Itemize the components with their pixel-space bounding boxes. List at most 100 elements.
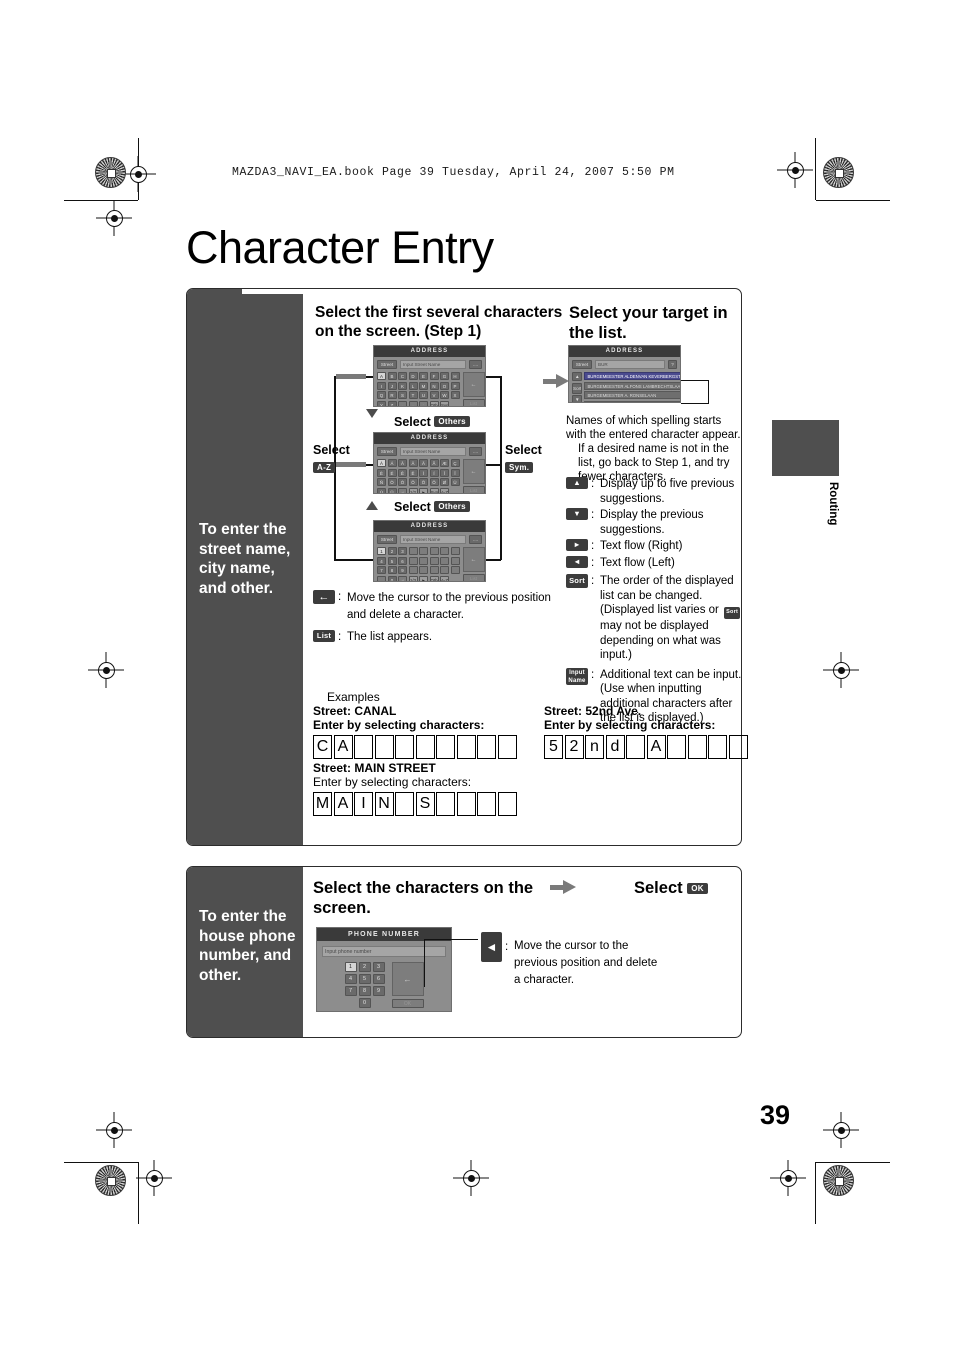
navi-key[interactable]: D bbox=[408, 372, 418, 380]
navi-key[interactable]: 3 bbox=[372, 962, 385, 972]
navi-key[interactable]: O bbox=[440, 381, 449, 390]
navi-list-item[interactable]: BURGEMEESTER A. RONSELAAN bbox=[584, 391, 680, 399]
navi-key[interactable]: A bbox=[377, 372, 386, 380]
navi-key[interactable]: L bbox=[408, 381, 418, 390]
navi-key[interactable]: Ú bbox=[377, 487, 386, 493]
navi-key[interactable]: Ø bbox=[440, 478, 449, 486]
navi-key-list[interactable]: List bbox=[462, 485, 485, 493]
navi-key[interactable]: È bbox=[377, 468, 386, 477]
sort-key-icon-inline[interactable]: Sort bbox=[724, 607, 741, 619]
navi-list-item[interactable]: BURGEMEESTER ALDENVAN KEVERBERGST bbox=[584, 372, 680, 380]
navi-key[interactable]: P bbox=[450, 381, 460, 390]
navi-key[interactable]: Ö bbox=[429, 478, 439, 486]
navi-key-scroll-up-icon[interactable]: ▲ bbox=[572, 372, 583, 381]
navi-key[interactable]: 0 bbox=[358, 998, 371, 1008]
navi-key[interactable]: 5 bbox=[387, 556, 397, 565]
navi-key[interactable]: 9 bbox=[372, 986, 385, 996]
ok-key-icon[interactable]: OK bbox=[687, 883, 708, 894]
navi-key[interactable]: J bbox=[387, 381, 397, 390]
navi-key[interactable]: F bbox=[429, 372, 439, 380]
navi-key[interactable]: - bbox=[408, 400, 418, 406]
navi-corner-key[interactable]: .... bbox=[469, 535, 482, 544]
navi-key-page-next-icon[interactable]: ► bbox=[419, 575, 428, 581]
navi-key[interactable]: U bbox=[419, 391, 428, 399]
navi-key[interactable]: 6 bbox=[372, 974, 385, 984]
navi-key[interactable]: 6 bbox=[398, 556, 407, 565]
list-key-icon[interactable]: List bbox=[313, 630, 335, 642]
navi-list-item[interactable]: BURGEMEESTER BENEDIKT 'T CINTLAAN bbox=[584, 400, 680, 402]
navi-key[interactable]: É bbox=[387, 468, 397, 477]
navi-key[interactable]: M bbox=[419, 381, 428, 390]
navi-key-sym[interactable]: Sym. bbox=[429, 487, 439, 493]
sort-key-icon[interactable]: Sort bbox=[566, 574, 588, 588]
navi-input-phone[interactable]: Input phone number bbox=[322, 946, 446, 957]
navi-key[interactable]: Ñ bbox=[377, 478, 386, 486]
navi-key-list[interactable]: List bbox=[462, 398, 485, 406]
navi-key[interactable]: 2 bbox=[358, 962, 371, 972]
navi-key[interactable]: G bbox=[440, 372, 449, 380]
navi-key-backspace-icon[interactable]: ← bbox=[391, 962, 424, 996]
navi-key[interactable]: 8 bbox=[358, 986, 371, 996]
navi-key[interactable]: N bbox=[429, 381, 439, 390]
navi-tab-street[interactable]: Street bbox=[572, 360, 592, 369]
backspace-key-icon[interactable]: ← bbox=[313, 590, 335, 604]
navi-tab-street[interactable]: Street bbox=[377, 360, 397, 369]
navi-key-ok[interactable]: OK bbox=[391, 999, 424, 1008]
navi-key[interactable]: Z bbox=[387, 400, 397, 406]
navi-key[interactable]: 1 bbox=[377, 547, 386, 555]
navi-key[interactable]: 4 bbox=[344, 974, 357, 984]
navi-key[interactable]: Õ bbox=[419, 478, 428, 486]
navi-key[interactable]: C bbox=[398, 372, 407, 380]
az-key-icon[interactable]: A-Z bbox=[313, 462, 336, 473]
navi-key[interactable]: 1 bbox=[344, 962, 357, 972]
navi-list-item[interactable]: BURGEMEESTER ALFONS LAMBRECHTSLAAN bbox=[584, 381, 680, 390]
sym-key-icon[interactable]: Sym. bbox=[505, 462, 534, 473]
navi-key[interactable]: · bbox=[398, 400, 407, 406]
navi-key[interactable]: 8 bbox=[387, 566, 397, 574]
scroll-up-key-icon[interactable]: ▲ bbox=[566, 477, 588, 489]
navi-key[interactable]: Ó bbox=[398, 478, 407, 486]
navi-key[interactable]: Ã bbox=[408, 459, 418, 467]
navi-key[interactable]: R bbox=[387, 391, 397, 399]
navi-key[interactable]: À bbox=[377, 459, 386, 467]
navi-key[interactable]: Î bbox=[440, 468, 449, 477]
navi-key[interactable]: Û bbox=[387, 487, 397, 493]
navi-key-page-prev-icon[interactable]: ◄ bbox=[398, 575, 407, 581]
navi-input-street[interactable]: Input Street Name bbox=[400, 447, 466, 456]
navi-key[interactable]: Ê bbox=[398, 468, 407, 477]
text-flow-right-key-icon[interactable]: ► bbox=[566, 539, 588, 551]
navi-key[interactable]: 7 bbox=[377, 566, 386, 574]
navi-key[interactable]: 7 bbox=[344, 986, 357, 996]
navi-key[interactable]: 2 bbox=[387, 547, 397, 555]
navi-tab-street[interactable]: Street bbox=[377, 535, 397, 544]
navi-key[interactable]: Ì bbox=[419, 468, 428, 477]
navi-key-backspace-icon[interactable]: ← bbox=[462, 547, 485, 572]
backspace-key-icon[interactable]: ◄ bbox=[481, 932, 502, 962]
navi-key[interactable]: Å bbox=[429, 459, 439, 467]
navi-input-street-value[interactable]: BUR bbox=[595, 360, 665, 369]
navi-key[interactable]: 3 bbox=[398, 547, 407, 555]
navi-key[interactable]: Ä bbox=[419, 459, 428, 467]
navi-key-sym[interactable]: Sym. bbox=[440, 400, 449, 406]
navi-tab-street[interactable]: Street bbox=[377, 447, 397, 456]
navi-key-az[interactable]: A-Z bbox=[440, 487, 449, 493]
navi-key[interactable]: 0 bbox=[387, 575, 397, 581]
navi-key-others[interactable]: Others bbox=[429, 400, 439, 406]
navi-key[interactable]: Í bbox=[429, 468, 439, 477]
scroll-down-key-icon[interactable]: ▼ bbox=[566, 508, 588, 520]
navi-input-street[interactable]: Input Street Name bbox=[400, 360, 466, 369]
navi-key[interactable]: Ç bbox=[450, 459, 460, 467]
navi-key[interactable]: Æ bbox=[440, 459, 449, 467]
others-key-icon[interactable]: Others bbox=[434, 416, 470, 427]
navi-help-key[interactable]: ? bbox=[668, 360, 677, 369]
navi-key[interactable]: Q bbox=[377, 391, 386, 399]
navi-corner-key[interactable]: .... bbox=[469, 447, 482, 456]
navi-key-backspace-icon[interactable]: ← bbox=[462, 372, 485, 397]
navi-key[interactable]: E bbox=[419, 372, 428, 380]
others-key-icon[interactable]: Others bbox=[434, 501, 470, 512]
navi-key[interactable]: Ù bbox=[450, 478, 460, 486]
navi-key[interactable]: Y bbox=[377, 400, 386, 406]
navi-key[interactable]: V bbox=[429, 391, 439, 399]
navi-key[interactable]: Ò bbox=[387, 478, 397, 486]
navi-key[interactable]: 4 bbox=[377, 556, 386, 565]
